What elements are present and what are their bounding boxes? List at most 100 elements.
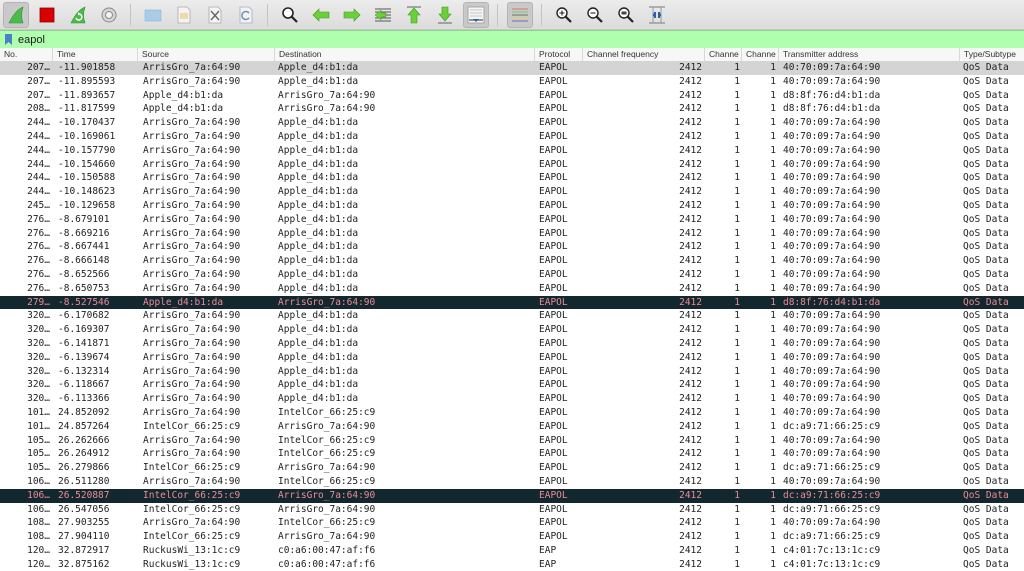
packet-row[interactable]: 244… -10.154660 ArrisGro_7a:64:90 Apple_d4:… xyxy=(0,158,1024,172)
packet-destination: IntelCor_66:25:c9 xyxy=(278,475,376,487)
packet-row[interactable]: 276… -8.652566 ArrisGro_7a:64:90 Apple_d4:b… xyxy=(0,268,1024,282)
packet-row[interactable]: 320… -6.113366 ArrisGro_7a:64:90 Apple_d4:b… xyxy=(0,392,1024,406)
packet-row[interactable]: 207… -11.895593 ArrisGro_7a:64:90 Apple_d4:… xyxy=(0,75,1024,89)
packet-destination: Apple_d4:b1:da xyxy=(278,75,359,87)
save-file-button[interactable] xyxy=(171,2,197,28)
packet-transmitter-address: c4:01:7c:13:1c:c9 xyxy=(783,544,881,556)
packet-transmitter-address: 40:70:09:7a:64:90 xyxy=(783,434,881,446)
colorize-button[interactable] xyxy=(506,1,533,28)
find-packet-button[interactable] xyxy=(277,2,303,28)
packet-row[interactable]: 120… 32.875162 RuckusWi_13:1c:c9 c0:a6:00:4… xyxy=(0,558,1024,571)
column-header-no[interactable]: No. xyxy=(0,48,53,61)
packet-row[interactable]: 276… -8.650753 ArrisGro_7a:64:90 Apple_d4:b… xyxy=(0,282,1024,296)
packet-row[interactable]: 320… -6.118667 ArrisGro_7a:64:90 Apple_d4:b… xyxy=(0,378,1024,392)
resize-columns-button[interactable] xyxy=(644,2,670,28)
packet-row[interactable]: 320… -6.170682 ArrisGro_7a:64:90 Apple_d4:b… xyxy=(0,309,1024,323)
packet-row[interactable]: 276… -8.666148 ArrisGro_7a:64:90 Apple_d4:b… xyxy=(0,254,1024,268)
packet-row[interactable]: 106… 26.511280 ArrisGro_7a:64:90 IntelCor_6… xyxy=(0,475,1024,489)
start-capture-button[interactable] xyxy=(2,1,29,28)
packet-row[interactable]: 105… 26.279866 IntelCor_66:25:c9 ArrisGro_7… xyxy=(0,461,1024,475)
packet-row[interactable]: 245… -10.129658 ArrisGro_7a:64:90 Apple_d4:… xyxy=(0,199,1024,213)
zoom-out-button[interactable] xyxy=(582,2,608,28)
packet-row[interactable]: 320… -6.132314 ArrisGro_7a:64:90 Apple_d4:b… xyxy=(0,365,1024,379)
packet-type-subtype: QoS Data xyxy=(963,544,1009,556)
packet-time: 26.511280 xyxy=(58,475,110,487)
packet-row-marked[interactable]: 106… 26.520887 IntelCor_66:25:c9 ArrisGro_7… xyxy=(0,488,1024,503)
packet-row[interactable]: 208… -11.817599 Apple_d4:b1:da ArrisGro_7a:… xyxy=(0,102,1024,116)
column-header-transmitter-address[interactable]: Transmitter address xyxy=(779,48,960,61)
open-file-button[interactable] xyxy=(140,2,166,28)
packet-time: -10.129658 xyxy=(58,199,116,211)
packet-time: -6.169307 xyxy=(58,324,110,336)
column-header-channel-1[interactable]: Channe xyxy=(705,48,742,61)
column-header-time[interactable]: Time xyxy=(53,48,138,61)
go-first-button[interactable] xyxy=(401,2,427,28)
packet-row[interactable]: 244… -10.157790 ArrisGro_7a:64:90 Apple_d4:… xyxy=(0,144,1024,158)
packet-row-marked[interactable]: 279… -8.527546 Apple_d4:b1:da ArrisGro_7a:6… xyxy=(0,295,1024,310)
packet-row[interactable]: 276… -8.679101 ArrisGro_7a:64:90 Apple_d4:b… xyxy=(0,213,1024,227)
go-back-button[interactable] xyxy=(308,2,334,28)
packet-row[interactable]: 101… 24.857264 IntelCor_66:25:c9 ArrisGro_7… xyxy=(0,420,1024,434)
packet-protocol: EAPOL xyxy=(539,89,568,101)
column-header-channel-2[interactable]: Channe xyxy=(742,48,779,61)
packet-time: 27.904110 xyxy=(58,531,110,543)
close-file-button[interactable] xyxy=(202,2,228,28)
go-forward-button[interactable] xyxy=(339,2,365,28)
packet-number: 120… xyxy=(27,544,50,556)
column-header-destination[interactable]: Destination xyxy=(275,48,535,61)
packet-row[interactable]: 120… 32.872917 RuckusWi_13:1c:c9 c0:a6:00:4… xyxy=(0,544,1024,558)
packet-channel-2: 1 xyxy=(770,558,776,570)
packet-channel-1: 1 xyxy=(734,503,740,515)
packet-source: ArrisGro_7a:64:90 xyxy=(143,227,241,239)
packet-time: -11.895593 xyxy=(58,75,116,87)
packet-row[interactable]: 106… 26.547056 IntelCor_66:25:c9 ArrisGro_7… xyxy=(0,503,1024,517)
go-last-button[interactable] xyxy=(432,2,458,28)
zoom-normal-button[interactable] xyxy=(613,2,639,28)
packet-row[interactable]: 244… -10.150588 ArrisGro_7a:64:90 Apple_d4:… xyxy=(0,171,1024,185)
packet-source: Apple_d4:b1:da xyxy=(143,296,224,308)
packet-row[interactable]: 108… 27.904110 IntelCor_66:25:c9 ArrisGro_7… xyxy=(0,530,1024,544)
packet-channel-2: 1 xyxy=(770,241,776,253)
packet-channel-frequency: 2412 xyxy=(679,434,702,446)
packet-type-subtype: QoS Data xyxy=(963,227,1009,239)
packet-row[interactable]: 244… -10.170437 ArrisGro_7a:64:90 Apple_d4:… xyxy=(0,116,1024,130)
restart-capture-button[interactable] xyxy=(65,2,91,28)
packet-destination: ArrisGro_7a:64:90 xyxy=(278,503,376,515)
packet-row[interactable]: 276… -8.667441 ArrisGro_7a:64:90 Apple_d4:b… xyxy=(0,240,1024,254)
packet-row[interactable]: 320… -6.141871 ArrisGro_7a:64:90 Apple_d4:b… xyxy=(0,337,1024,351)
packet-row[interactable]: 244… -10.169061 ArrisGro_7a:64:90 Apple_d4:… xyxy=(0,130,1024,144)
column-header-protocol[interactable]: Protocol xyxy=(535,48,583,61)
packet-row[interactable]: 320… -6.139674 ArrisGro_7a:64:90 Apple_d4:b… xyxy=(0,351,1024,365)
packet-row[interactable]: 105… 26.264912 ArrisGro_7a:64:90 IntelCor_6… xyxy=(0,447,1024,461)
zoom-in-button[interactable] xyxy=(551,2,577,28)
packet-number: 320… xyxy=(27,324,50,336)
packet-transmitter-address: 40:70:09:7a:64:90 xyxy=(783,186,881,198)
packet-row-selected[interactable]: 207… -11.901858 ArrisGro_7a:64:90 Apple_d4:… xyxy=(0,61,1024,75)
packet-row[interactable]: 108… 27.903255 ArrisGro_7a:64:90 IntelCor_6… xyxy=(0,516,1024,530)
packet-channel-1: 1 xyxy=(734,489,740,501)
column-header-channel-frequency[interactable]: Channel frequency xyxy=(583,48,705,61)
packet-channel-2: 1 xyxy=(770,117,776,129)
stop-capture-button[interactable] xyxy=(34,2,60,28)
toolbar-separator xyxy=(130,3,131,26)
packet-row[interactable]: 276… -8.669216 ArrisGro_7a:64:90 Apple_d4:b… xyxy=(0,227,1024,241)
packet-row[interactable]: 207… -11.893657 Apple_d4:b1:da ArrisGro_7a:… xyxy=(0,89,1024,103)
display-filter-input[interactable] xyxy=(18,31,918,48)
packet-number: 105… xyxy=(27,448,50,460)
packet-destination: IntelCor_66:25:c9 xyxy=(278,434,376,446)
packet-type-subtype: QoS Data xyxy=(963,434,1009,446)
packet-row[interactable]: 105… 26.262666 ArrisGro_7a:64:90 IntelCor_6… xyxy=(0,434,1024,448)
autoscroll-button[interactable] xyxy=(462,1,489,28)
column-header-source[interactable]: Source xyxy=(138,48,275,61)
go-to-packet-button[interactable] xyxy=(370,2,396,28)
bookmark-icon[interactable] xyxy=(5,34,12,45)
column-header-type-subtype[interactable]: Type/Subtype xyxy=(960,48,1024,61)
packet-channel-frequency: 2412 xyxy=(679,296,702,308)
capture-options-button[interactable] xyxy=(96,2,122,28)
packet-row[interactable]: 101… 24.852092 ArrisGro_7a:64:90 IntelCor_6… xyxy=(0,406,1024,420)
packet-channel-1: 1 xyxy=(734,130,740,142)
reload-file-button[interactable] xyxy=(233,2,259,28)
packet-row[interactable]: 244… -10.148623 ArrisGro_7a:64:90 Apple_d4:… xyxy=(0,185,1024,199)
packet-row[interactable]: 320… -6.169307 ArrisGro_7a:64:90 Apple_d4:b… xyxy=(0,323,1024,337)
packet-number: 320… xyxy=(27,365,50,377)
